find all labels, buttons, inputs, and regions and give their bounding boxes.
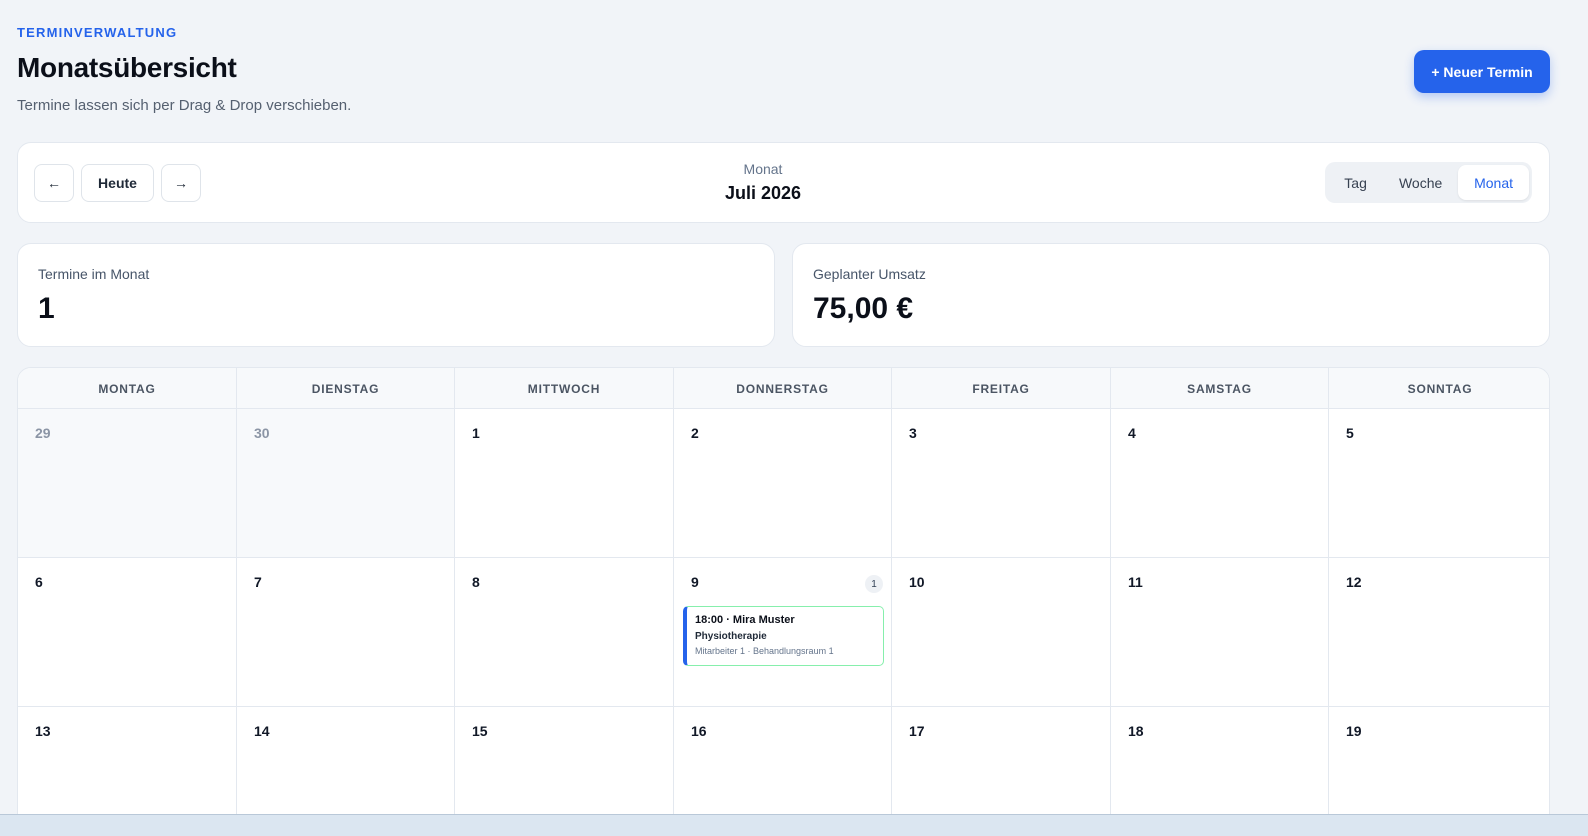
day-number: 13: [35, 723, 51, 739]
appointment-meta: Mitarbeiter 1 · Behandlungsraum 1: [695, 646, 834, 656]
day-number: 7: [254, 574, 262, 590]
weekday-header-row: MONTAG DIENSTAG MITTWOCH DONNERSTAG FREITAG S…: [18, 368, 1549, 409]
day-cell[interactable]: 4: [1111, 409, 1329, 558]
day-number: 8: [472, 574, 480, 590]
view-day-button[interactable]: Tag: [1328, 165, 1383, 200]
day-number: 9: [691, 574, 699, 590]
day-number: 30: [254, 425, 270, 441]
day-number: 6: [35, 574, 43, 590]
stat-card-appointments: Termine im Monat 1: [17, 243, 775, 347]
day-cell[interactable]: 7: [237, 558, 455, 707]
weekday-header-4: FREITAG: [892, 368, 1111, 409]
day-cell[interactable]: 12: [1329, 558, 1549, 707]
day-number: 15: [472, 723, 488, 739]
day-cell[interactable]: 5: [1329, 409, 1549, 558]
stat-value: 75,00 €: [813, 292, 914, 325]
day-number: 3: [909, 425, 917, 441]
day-cell[interactable]: 8: [455, 558, 674, 707]
page-title: Monatsübersicht: [17, 52, 237, 83]
weekday-header-3: DONNERSTAG: [674, 368, 892, 409]
stat-card-revenue: Geplanter Umsatz 75,00 €: [792, 243, 1550, 347]
day-cell[interactable]: 13: [18, 707, 237, 826]
os-taskbar: [0, 814, 1588, 836]
day-cell[interactable]: 9 1 18:00 · Mira Muster Physiotherapie Mitar…: [674, 558, 892, 707]
day-cell[interactable]: 6: [18, 558, 237, 707]
page-subtitle: Termine lassen sich per Drag & Drop vers…: [17, 97, 352, 114]
day-number: 16: [691, 723, 707, 739]
day-number: 17: [909, 723, 925, 739]
day-cell[interactable]: 3: [892, 409, 1111, 558]
appointment-title: 18:00 · Mira Muster: [695, 614, 795, 626]
appointment-count-badge: 1: [865, 575, 883, 593]
day-cell[interactable]: 11: [1111, 558, 1329, 707]
view-month-button[interactable]: Monat: [1458, 165, 1529, 200]
stat-value: 1: [38, 292, 55, 325]
calendar-toolbar: ← Heute → Monat Juli 2026 Tag Woche Mona…: [17, 142, 1550, 223]
day-cell[interactable]: 10: [892, 558, 1111, 707]
weekday-header-5: SAMSTAG: [1111, 368, 1329, 409]
appointment-service: Physiotherapie: [695, 631, 767, 642]
weekday-header-1: DIENSTAG: [237, 368, 455, 409]
day-cell[interactable]: 17: [892, 707, 1111, 826]
weekday-header-0: MONTAG: [18, 368, 237, 409]
day-cell[interactable]: 16: [674, 707, 892, 826]
day-number: 12: [1346, 574, 1362, 590]
day-number: 14: [254, 723, 270, 739]
weekday-header-6: SONNTAG: [1407, 381, 1473, 396]
stat-label: Termine im Monat: [38, 266, 150, 282]
month-calendar: MONTAG DIENSTAG MITTWOCH DONNERSTAG FREITAG S…: [17, 367, 1550, 827]
view-week-button[interactable]: Woche: [1385, 165, 1456, 200]
period-label: Monat: [743, 161, 783, 177]
stat-label: Geplanter Umsatz: [813, 266, 926, 282]
view-switcher: Tag Woche Monat: [1325, 162, 1532, 203]
page: TERMINVERWALTUNG Monatsübersicht Termine…: [0, 0, 1588, 836]
day-number: 19: [1346, 723, 1362, 739]
day-number: 2: [691, 425, 699, 441]
day-cell[interactable]: 15: [455, 707, 674, 826]
weekday-header-2: MITTWOCH: [455, 368, 674, 409]
day-cell[interactable]: 30: [237, 409, 455, 558]
day-number: 5: [1346, 425, 1354, 441]
day-cell[interactable]: 29: [18, 409, 237, 558]
period-value: Juli 2026: [724, 183, 802, 203]
day-number: 11: [1128, 574, 1143, 590]
day-number: 10: [909, 574, 925, 590]
day-cell[interactable]: 2: [674, 409, 892, 558]
day-cell[interactable]: 18: [1111, 707, 1329, 826]
day-number: 1: [472, 425, 480, 441]
day-cell[interactable]: 19: [1329, 707, 1549, 826]
day-cell[interactable]: 1: [455, 409, 674, 558]
new-appointment-button[interactable]: + Neuer Termin: [1414, 50, 1550, 93]
appointment-card[interactable]: 18:00 · Mira Muster Physiotherapie Mitarbe…: [683, 606, 884, 666]
day-number: 29: [35, 425, 51, 441]
section-eyebrow: TERMINVERWALTUNG: [17, 25, 178, 40]
day-number: 18: [1128, 723, 1144, 739]
day-number: 4: [1128, 425, 1136, 441]
day-cell[interactable]: 14: [237, 707, 455, 826]
